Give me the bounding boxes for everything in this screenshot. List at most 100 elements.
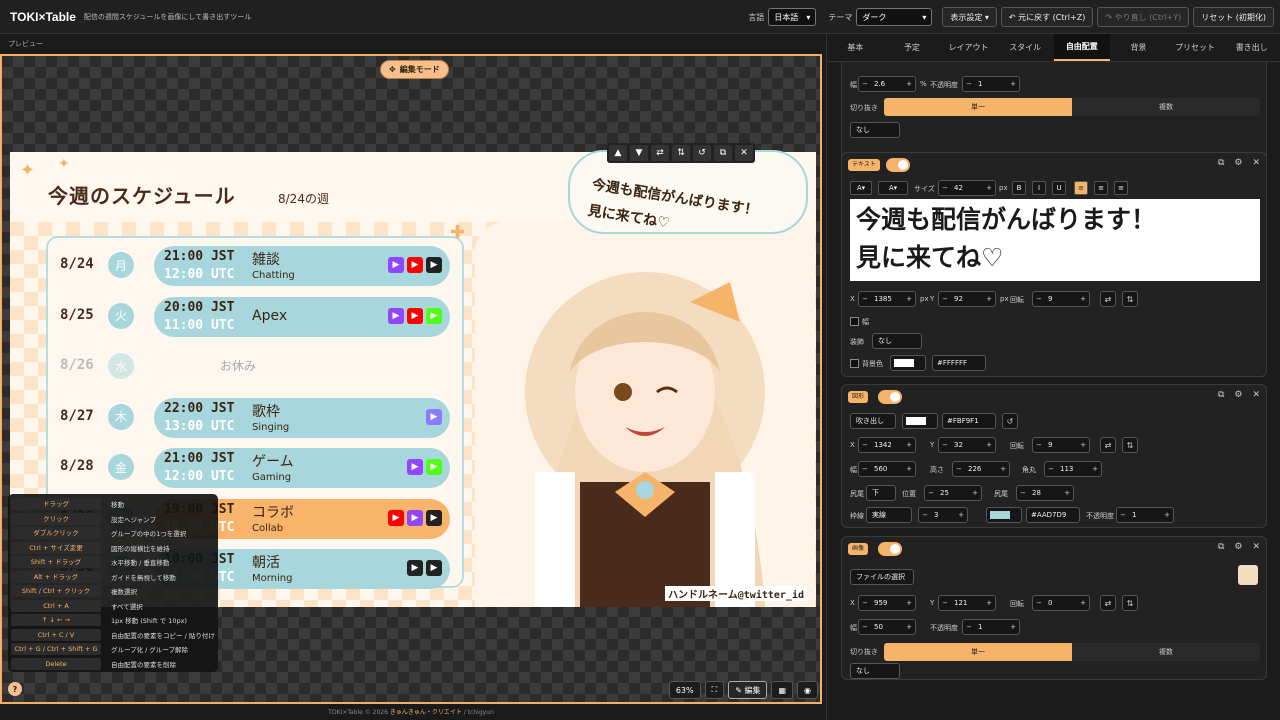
font-size-input[interactable]: −42 +	[938, 180, 996, 196]
close-icon[interactable]: ✕	[735, 145, 753, 161]
flip-v-icon[interactable]: ⇅	[1122, 437, 1138, 453]
font-select[interactable]: A▾	[850, 181, 872, 195]
text-x-input[interactable]: −1385 +	[858, 291, 916, 307]
image-x-input[interactable]: −959 +	[858, 595, 916, 611]
tail-position-input[interactable]: −25 +	[924, 485, 982, 501]
stroke-color-hex[interactable]: #AAD7D9	[1026, 507, 1080, 523]
character-illustration[interactable]: ハンドルネーム@twitter_id	[475, 222, 815, 607]
reset-button[interactable]: リセット (初期化)	[1193, 7, 1274, 27]
stroke-width-input[interactable]: −3 +	[918, 507, 968, 523]
tail-size-input[interactable]: −28 +	[1016, 485, 1074, 501]
opacity-input[interactable]: −1 +	[962, 76, 1020, 92]
text-color-select[interactable]: A▾	[878, 181, 908, 195]
close-icon[interactable]: ✕	[1252, 542, 1260, 552]
flip-h-icon[interactable]: ⇄	[651, 145, 669, 161]
bg-color-hex[interactable]: #FFFFFF	[932, 355, 986, 371]
shape-height-input[interactable]: −226 +	[952, 461, 1010, 477]
close-icon[interactable]: ✕	[1252, 158, 1260, 168]
tab-3[interactable]: スタイル	[997, 34, 1054, 61]
shape-x-input[interactable]: −1342 +	[858, 437, 916, 453]
image-crop-shape-select[interactable]: なし	[850, 663, 900, 679]
text-content-input[interactable]: 今週も配信がんばります！ 見に来てね♡	[850, 199, 1260, 281]
file-select-button[interactable]: ファイルの選択	[850, 569, 914, 585]
italic-button[interactable]: I	[1032, 181, 1046, 195]
tab-0[interactable]: 基本	[827, 34, 884, 61]
width-input[interactable]: −2.6 +	[858, 76, 916, 92]
tab-1[interactable]: 予定	[884, 34, 941, 61]
schedule-row[interactable]: 8/27 木 22:00 JST 13:00 UTC 歌枠 Singing ▶	[60, 397, 452, 438]
shape-width-input[interactable]: −560 +	[858, 461, 916, 477]
schedule-week[interactable]: 8/24の週	[278, 190, 329, 207]
schedule-row[interactable]: 8/24 月 21:00 JST 12:00 UTC 雑談 Chatting ▶ ▶ ▶	[60, 246, 452, 286]
schedule-row[interactable]: 8/28 金 21:00 JST 12:00 UTC ゲーム Gaming ▶ ▶	[60, 448, 452, 488]
duplicate-icon[interactable]: ⧉	[1218, 542, 1224, 552]
text-y-input[interactable]: −92 +	[938, 291, 996, 307]
shape-fill-hex[interactable]: #FBF9F1	[942, 413, 996, 429]
settings-icon[interactable]: ⚙	[1234, 390, 1242, 400]
image-visible-toggle[interactable]	[878, 542, 902, 556]
flip-h-icon[interactable]: ⇄	[1100, 291, 1116, 307]
settings-icon[interactable]: ⚙	[1234, 158, 1242, 168]
bold-button[interactable]: B	[1012, 181, 1026, 195]
bg-color-checkbox[interactable]	[850, 359, 859, 368]
rotate-icon[interactable]: ↺	[693, 145, 711, 161]
align-center-icon[interactable]: ≡	[1094, 181, 1108, 195]
image-width-input[interactable]: −50 +	[858, 619, 916, 635]
flip-v-icon[interactable]: ⇅	[672, 145, 690, 161]
undo-button[interactable]: ↶ 元に戻す (Ctrl+Z)	[1000, 7, 1094, 27]
align-left-icon[interactable]: ≡	[1074, 181, 1088, 195]
flip-v-icon[interactable]: ⇅	[1122, 595, 1138, 611]
theme-select[interactable]: ダーク ▾	[856, 8, 933, 26]
view-settings-button[interactable]: 表示設定 ▾	[942, 7, 997, 27]
duplicate-icon[interactable]: ⧉	[1218, 158, 1224, 168]
shape-radius-input[interactable]: −113 +	[1044, 461, 1102, 477]
flip-v-icon[interactable]: ⇅	[1122, 291, 1138, 307]
image-crop-toggle[interactable]: 単一 複数	[884, 643, 1260, 661]
edit-mode-button[interactable]: ✥ 編集モード	[380, 60, 449, 79]
image-y-input[interactable]: −121 +	[938, 595, 996, 611]
footer-link[interactable]: きゅんきゅん・クリエイト	[390, 709, 462, 716]
schedule-row[interactable]: 8/25 火 20:00 JST 11:00 UTC Apex ▶ ▶ ▶	[60, 296, 452, 337]
lang-select[interactable]: 日本語 ▾	[768, 8, 817, 26]
schedule-title[interactable]: 今週のスケジュール	[48, 180, 236, 209]
close-icon[interactable]: ✕	[1252, 390, 1260, 400]
tab-7[interactable]: 書き出し	[1223, 34, 1280, 61]
align-right-icon[interactable]: ≡	[1114, 181, 1128, 195]
underline-button[interactable]: U	[1052, 181, 1066, 195]
tab-2[interactable]: レイアウト	[940, 34, 997, 61]
move-down-icon[interactable]: ▼	[630, 145, 648, 161]
stroke-style-select[interactable]: 実線	[866, 507, 912, 523]
shape-fill-swatch[interactable]	[902, 413, 938, 429]
fit-screen-icon[interactable]: ⛶	[704, 681, 725, 699]
shape-visible-toggle[interactable]	[878, 390, 902, 404]
text-visible-toggle[interactable]	[886, 158, 910, 172]
edit-button[interactable]: ✎ 編集	[728, 681, 768, 699]
crop-toggle[interactable]: 単一 複数	[884, 98, 1260, 116]
eye-icon[interactable]: ◉	[797, 681, 818, 699]
settings-icon[interactable]: ⚙	[1234, 542, 1242, 552]
redo-button[interactable]: ↷ やり直し (Ctrl+Y)	[1097, 7, 1190, 27]
shape-type-select[interactable]: 吹き出し	[850, 413, 896, 429]
decoration-select[interactable]: なし	[872, 333, 922, 349]
tail-direction-select[interactable]: 下	[866, 485, 896, 501]
grid-icon[interactable]: ▦	[771, 681, 794, 699]
duplicate-icon[interactable]: ⧉	[1218, 390, 1224, 400]
help-icon[interactable]: ?	[8, 682, 22, 696]
shape-opacity-input[interactable]: −1 +	[1116, 507, 1174, 523]
stroke-color-swatch[interactable]	[986, 507, 1022, 523]
bg-color-swatch[interactable]	[890, 355, 926, 371]
text-rotate-input[interactable]: −9 +	[1032, 291, 1090, 307]
move-up-icon[interactable]: ▲	[609, 145, 627, 161]
shape-rotate-input[interactable]: −9 +	[1032, 437, 1090, 453]
tab-6[interactable]: プリセット	[1167, 34, 1224, 61]
image-opacity-input[interactable]: −1 +	[962, 619, 1020, 635]
tab-5[interactable]: 背景	[1110, 34, 1167, 61]
crop-shape-select[interactable]: なし	[850, 122, 900, 138]
flip-h-icon[interactable]: ⇄	[1100, 437, 1116, 453]
image-rotate-input[interactable]: −0 +	[1032, 595, 1090, 611]
duplicate-icon[interactable]: ⧉	[714, 145, 732, 161]
width-checkbox[interactable]	[850, 317, 859, 326]
zoom-level[interactable]: 63%	[668, 681, 701, 699]
shape-y-input[interactable]: −32 +	[938, 437, 996, 453]
refresh-icon[interactable]: ↺	[1002, 413, 1018, 429]
